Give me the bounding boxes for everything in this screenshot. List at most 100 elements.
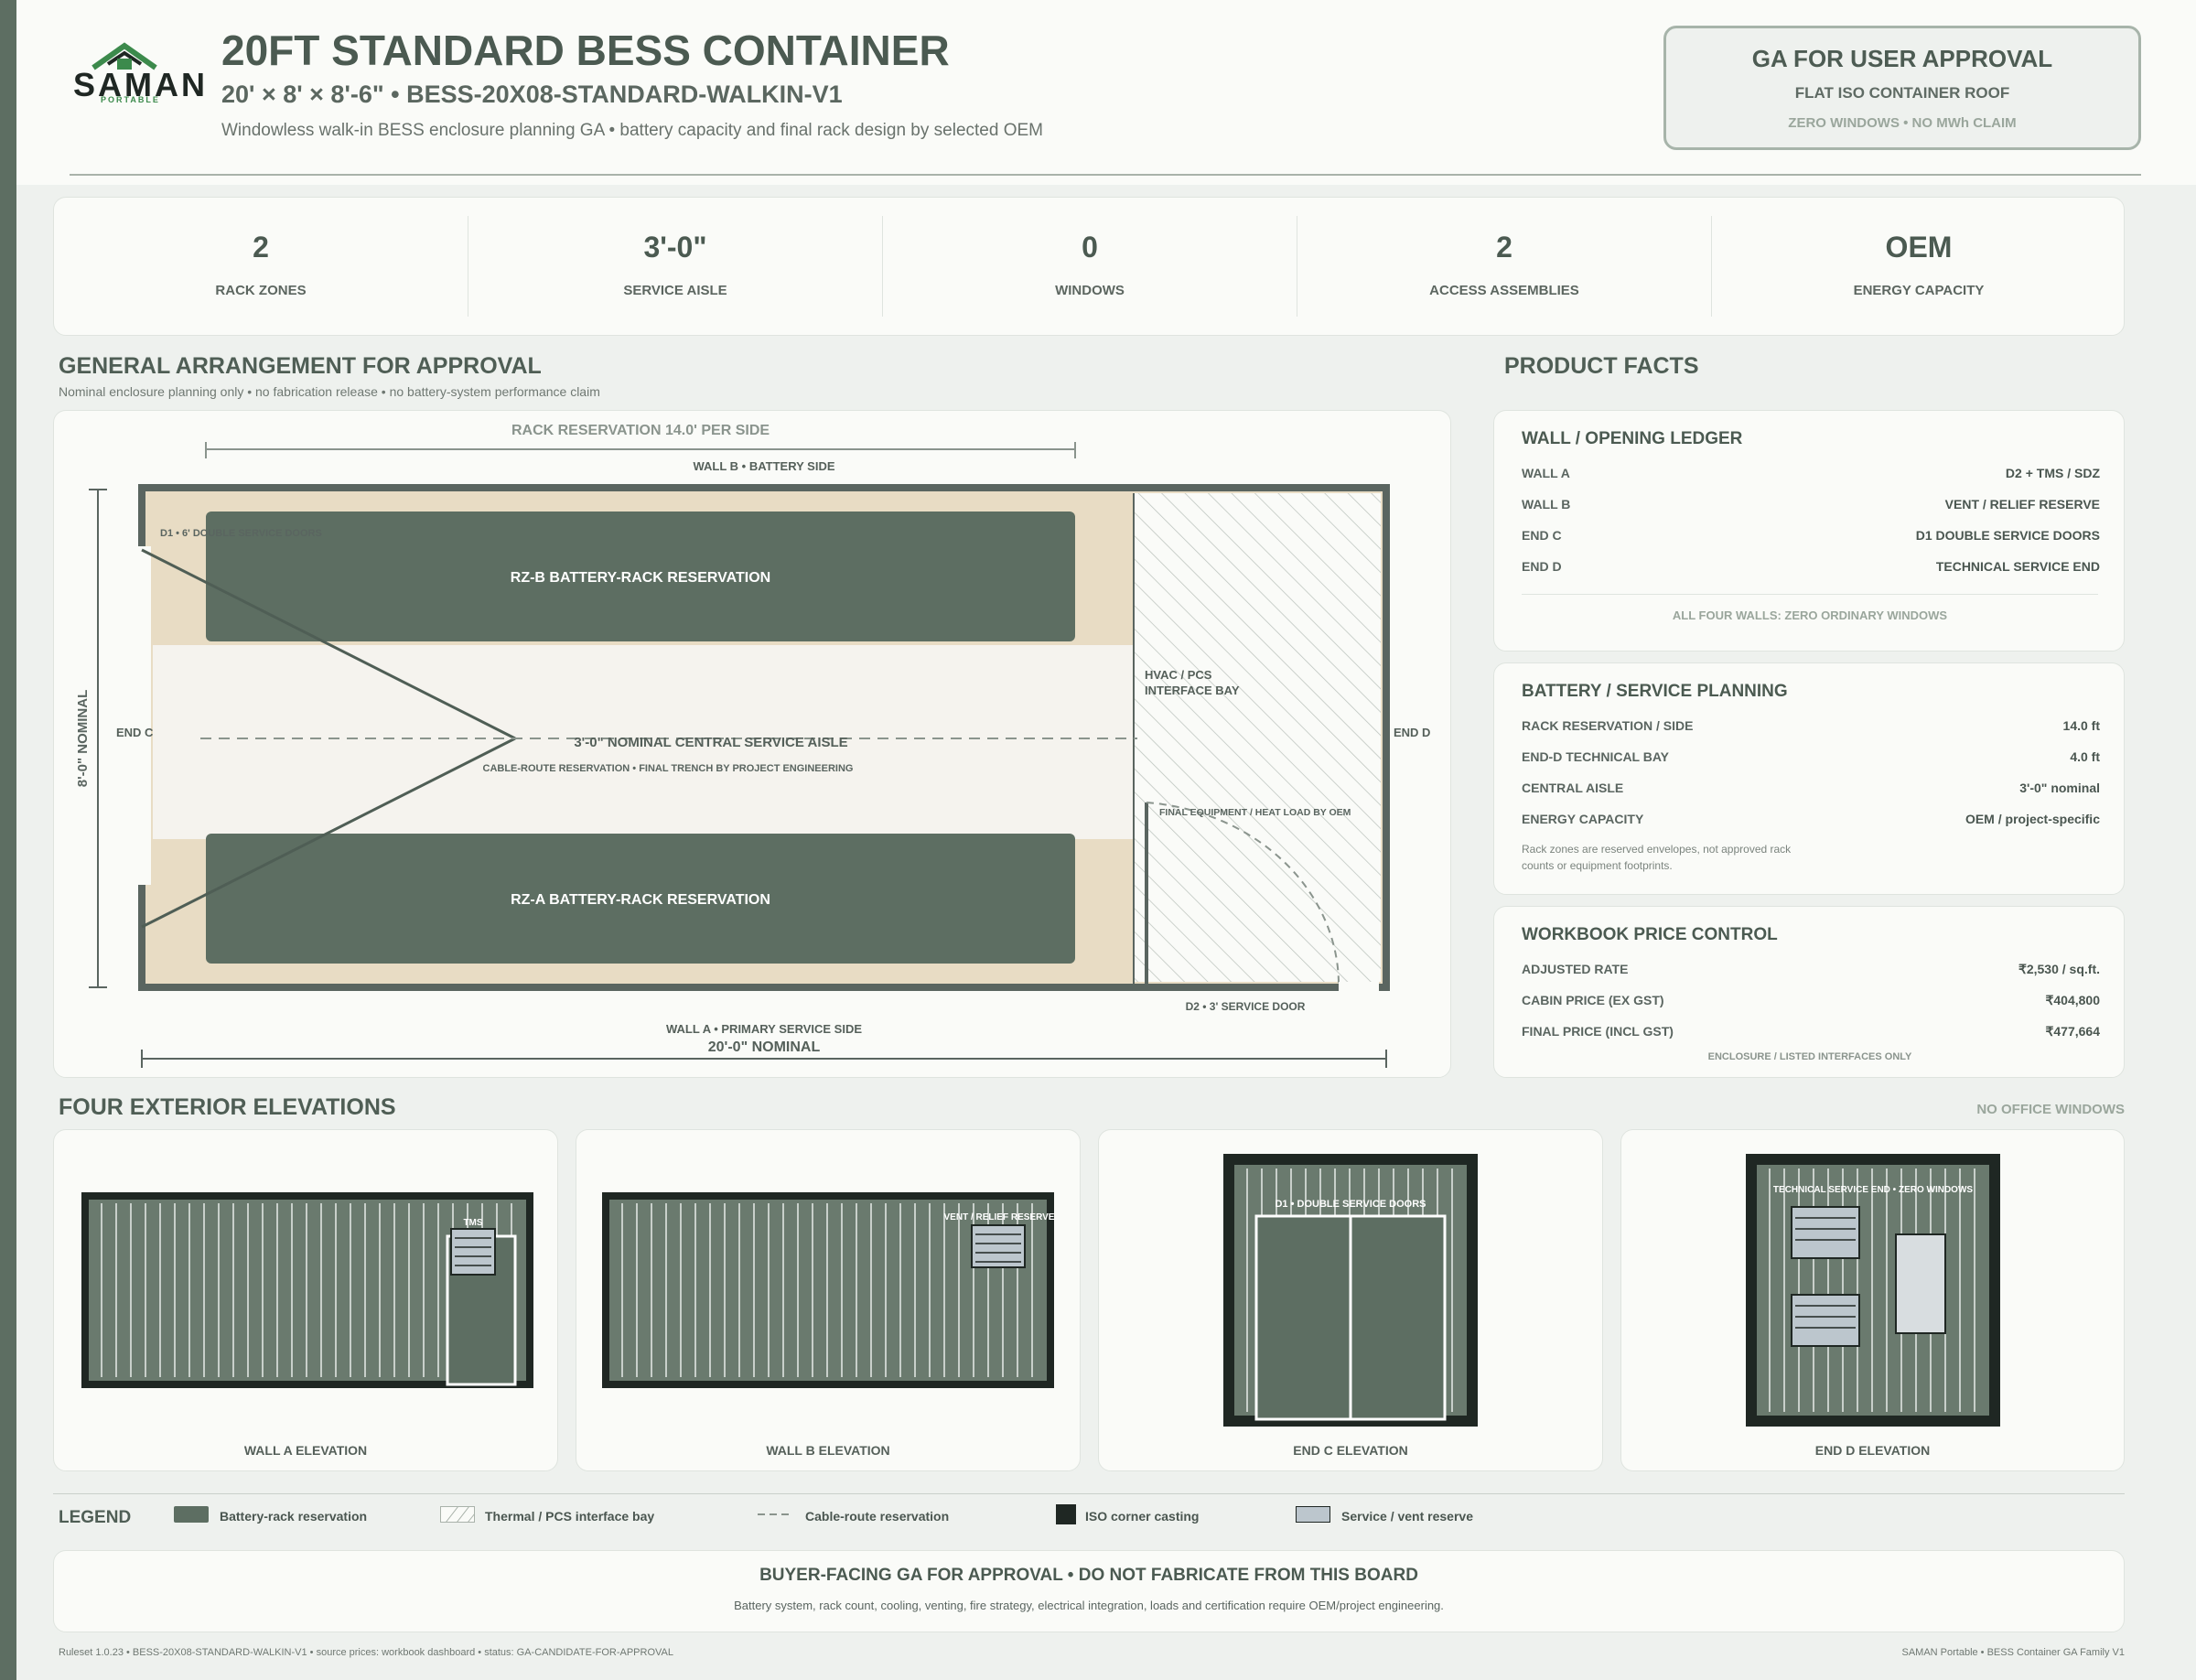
end-c-elevation-label: END C ELEVATION [1293, 1443, 1408, 1458]
divider [1522, 594, 2098, 595]
legend-swatch-battery [174, 1506, 209, 1523]
price-control-card: WORKBOOK PRICE CONTROL ADJUSTED RATE ₹2,… [1493, 906, 2125, 1078]
wall-b-elevation-drawing: VENT / RELIEF RESERVE [602, 1192, 1055, 1388]
stat-energy-capacity: OEM ENERGY CAPACITY [1712, 198, 2126, 335]
legend-label: Battery-rack reservation [220, 1509, 368, 1524]
legend-label: Cable-route reservation [805, 1509, 950, 1524]
stat-label: SERVICE AISLE [623, 283, 727, 298]
page-subtitle: 20' × 8' × 8'-6" • BESS-20X08-STANDARD-W… [221, 81, 843, 108]
end-d-label: END D [1394, 726, 1430, 739]
tms-label: TMS [463, 1218, 482, 1228]
wall-a-elevation-label: WALL A ELEVATION [243, 1443, 368, 1458]
battery-label: ENERGY CAPACITY [1522, 812, 1644, 826]
wall-ledger-title: WALL / OPENING LEDGER [1522, 429, 1743, 448]
stat-access-assemblies: 2 ACCESS ASSEMBLIES [1297, 198, 1711, 335]
stat-value: OEM [1885, 231, 1953, 264]
tms-unit [450, 1228, 496, 1276]
approval-badge: GA FOR USER APPROVAL FLAT ISO CONTAINER … [1663, 26, 2141, 150]
d1-elev-label: D1 • DOUBLE SERVICE DOORS [1275, 1199, 1426, 1210]
width-dim-label: 8'-0" NOMINAL [75, 690, 91, 788]
price-value: ₹2,530 / sq.ft. [2018, 962, 2100, 976]
technical-access-panel [1895, 1233, 1946, 1334]
stat-service-aisle: 3'-0" SERVICE AISLE [468, 198, 882, 335]
wall-b-elevation-label: WALL B ELEVATION [766, 1443, 890, 1458]
end-c-label: END C [116, 726, 154, 739]
ga-subtitle: Nominal enclosure planning only • no fab… [59, 384, 600, 399]
stat-windows: 0 WINDOWS [883, 198, 1297, 335]
stat-label: WINDOWS [1055, 283, 1125, 298]
elevations-tag: NO OFFICE WINDOWS [1976, 1102, 2125, 1117]
battery-label: END-D TECHNICAL BAY [1522, 749, 1670, 764]
price-value: ₹404,800 [2045, 993, 2100, 1007]
battery-value: 3'-0" nominal [2019, 781, 2100, 795]
service-panel-lower [1791, 1294, 1860, 1347]
end-d-elevation-label: END D ELEVATION [1814, 1443, 1931, 1458]
battery-value: 14.0 ft [2062, 718, 2100, 733]
legend-swatch-iso-casting [1056, 1504, 1076, 1524]
end-c-elevation-card: D1 • DOUBLE SERVICE DOORS END C ELEVATIO… [1098, 1129, 1603, 1471]
brand-tagline: PORTABLE [101, 95, 160, 104]
wall-a-elevation-drawing: TMS [81, 1192, 533, 1388]
disclaimer-card: BUYER-FACING GA FOR APPROVAL • DO NOT FA… [53, 1550, 2125, 1632]
legend-label: Service / vent reserve [1341, 1509, 1473, 1524]
battery-label: RACK RESERVATION / SIDE [1522, 718, 1694, 733]
legend-divider [53, 1493, 2125, 1494]
ledger-label: WALL B [1522, 497, 1571, 512]
rz-b-label: RZ-B BATTERY-RACK RESERVATION [511, 570, 770, 586]
wall-b-elevation-card: VENT / RELIEF RESERVE WALL B ELEVATION [576, 1129, 1081, 1471]
disclaimer-text: Battery system, rack count, cooling, ven… [734, 1599, 1444, 1612]
hvac-bay [1134, 493, 1381, 982]
page-title: 20FT STANDARD BESS CONTAINER [221, 27, 950, 74]
battery-value: 4.0 ft [2070, 749, 2100, 764]
battery-note-2: counts or equipment footprints. [1522, 859, 1673, 872]
legend-swatch-vent [1296, 1506, 1330, 1523]
ga-title: GENERAL ARRANGEMENT FOR APPROVAL [59, 353, 542, 379]
tech-end-label: TECHNICAL SERVICE END • ZERO WINDOWS [1773, 1185, 1973, 1195]
service-panel-upper [1791, 1206, 1860, 1259]
end-d-elevation-card: TECHNICAL SERVICE END • ZERO WINDOWS END… [1620, 1129, 2125, 1471]
price-note: ENCLOSURE / LISTED INTERFACES ONLY [1707, 1051, 1912, 1062]
ledger-label: WALL A [1522, 466, 1570, 480]
ledger-label: END C [1522, 528, 1562, 543]
stat-rack-zones: 2 RACK ZONES [54, 198, 468, 335]
wall-ledger-card: WALL / OPENING LEDGER WALL A D2 + TMS / … [1493, 410, 2125, 652]
legend-swatch-cable [758, 1513, 792, 1515]
approval-title: GA FOR USER APPROVAL [1751, 45, 2053, 72]
legend-swatch-thermal [440, 1506, 475, 1523]
wall-a-elevation-card: TMS WALL A ELEVATION [53, 1129, 558, 1471]
final-equipment-label: FINAL EQUIPMENT / HEAT LOAD BY OEM [1159, 807, 1351, 818]
ga-drawing-card: RACK RESERVATION 14.0' PER SIDE WALL B •… [53, 410, 1451, 1078]
price-value: ₹477,664 [2045, 1024, 2100, 1039]
stats-bar: 2 RACK ZONES 3'-0" SERVICE AISLE 0 WINDO… [53, 197, 2125, 336]
hvac-label-1: HVAC / PCS [1145, 668, 1212, 682]
elevations-title: FOUR EXTERIOR ELEVATIONS [59, 1094, 396, 1120]
facts-title: PRODUCT FACTS [1504, 353, 1699, 379]
battery-planning-card: BATTERY / SERVICE PLANNING RACK RESERVAT… [1493, 662, 2125, 895]
disclaimer-title: BUYER-FACING GA FOR APPROVAL • DO NOT FA… [759, 1566, 1418, 1585]
length-dim-label: 20'-0" NOMINAL [708, 1039, 821, 1055]
header-divider [70, 174, 2141, 176]
left-accent-stripe [0, 0, 16, 1680]
stat-value: 0 [1082, 231, 1098, 264]
aisle-label: 3'-0" NOMINAL CENTRAL SERVICE AISLE [574, 735, 847, 750]
ledger-value: D1 DOUBLE SERVICE DOORS [1915, 528, 2100, 543]
footer-right: SAMAN Portable • BESS Container GA Famil… [1901, 1647, 2125, 1658]
price-label: FINAL PRICE (INCL GST) [1522, 1024, 1674, 1039]
rz-a-label: RZ-A BATTERY-RACK RESERVATION [511, 892, 770, 908]
battery-title: BATTERY / SERVICE PLANNING [1522, 682, 1788, 701]
header: SAMAN PORTABLE 20FT STANDARD BESS CONTAI… [16, 0, 2196, 185]
end-d-elevation-drawing: TECHNICAL SERVICE END • ZERO WINDOWS [1746, 1154, 2000, 1427]
stat-label: ENERGY CAPACITY [1853, 283, 1985, 298]
wall-a-label: WALL A • PRIMARY SERVICE SIDE [666, 1022, 862, 1036]
price-title: WORKBOOK PRICE CONTROL [1522, 925, 1778, 944]
legend-label: Thermal / PCS interface bay [485, 1509, 655, 1524]
ledger-label: END D [1522, 559, 1562, 574]
battery-note-1: Rack zones are reserved envelopes, not a… [1522, 843, 1792, 856]
ga-plan-drawing: RACK RESERVATION 14.0' PER SIDE WALL B •… [75, 423, 1430, 1068]
stat-value: 3'-0" [643, 231, 707, 264]
rack-dim-label: RACK RESERVATION 14.0' PER SIDE [511, 423, 770, 438]
stat-label: RACK ZONES [215, 283, 307, 298]
ledger-value: TECHNICAL SERVICE END [1935, 559, 2100, 574]
price-label: ADJUSTED RATE [1522, 962, 1629, 976]
ledger-value: VENT / RELIEF RESERVE [1944, 497, 2100, 512]
